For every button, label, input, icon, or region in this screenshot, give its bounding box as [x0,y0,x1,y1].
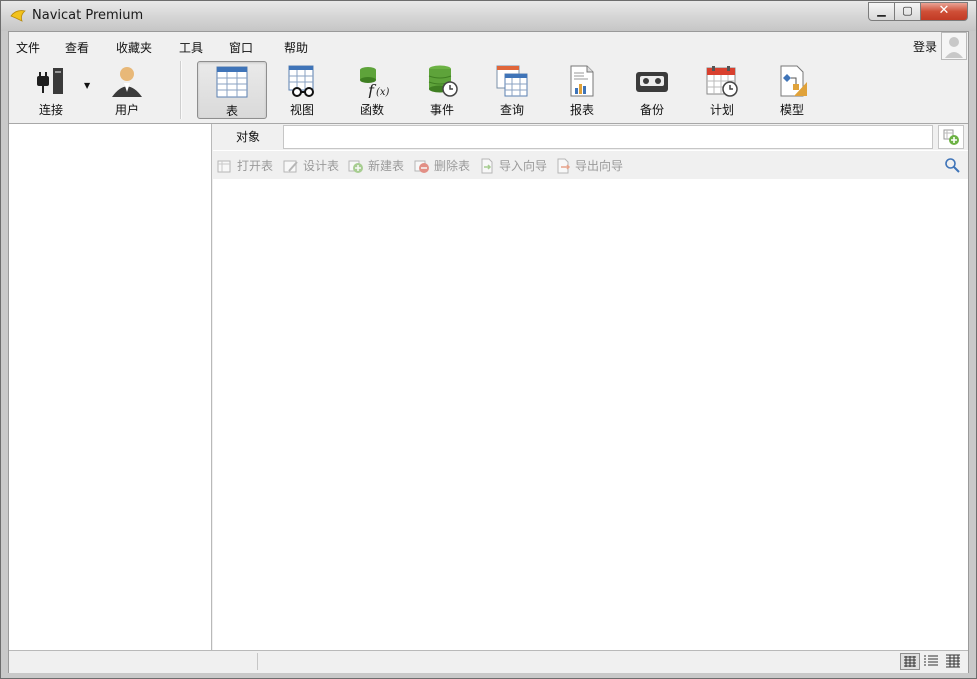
menu-bar: 文件 查看 收藏夹 工具 窗口 帮助 登录 [9,32,968,60]
tab-event[interactable]: 事件 [407,61,477,119]
import-wizard-button[interactable]: 导入向导 [479,157,547,174]
delete-table-label: 删除表 [434,159,471,173]
tab-objects[interactable]: 对象 [213,124,283,150]
user-button[interactable]: 用户 [92,61,162,119]
icon-view-icon [904,656,916,667]
backup-icon [636,72,668,92]
connect-label: 连接 [38,103,63,117]
new-table-button[interactable]: 新建表 [348,157,404,174]
view-label: 视图 [289,103,314,117]
user-icon [112,67,142,97]
table-icon [216,66,248,98]
table-label: 表 [225,104,238,118]
user-label: 用户 [114,103,139,117]
tab-backup[interactable]: 备份 [617,61,687,119]
export-wizard-button[interactable]: 导出向导 [555,157,623,174]
user-avatar-icon[interactable] [941,32,967,60]
toolbar-separator [180,61,182,119]
connection-tree[interactable] [9,124,212,651]
content-area: 对象 打开表 设计表 新建表 删除表 导入向导 导出向导 [9,123,968,651]
login-link[interactable]: 登录 [913,38,937,55]
delete-table-button[interactable]: 删除表 [414,157,470,174]
event-label: 事件 [429,103,454,117]
status-cell [9,653,258,670]
tab-view[interactable]: 视图 [267,61,337,119]
close-button[interactable]: ✕ [921,2,968,21]
tab-report[interactable]: 报表 [547,61,617,119]
design-table-icon [283,160,298,172]
plug-icon [37,68,63,94]
main-toolbar: 连接 ▼ 用户 表 视图 f (x) 函数 事件 查询 报表 备份 计划 模型 [9,59,968,123]
open-table-icon [217,160,231,172]
new-table-label: 新建表 [368,159,405,173]
schedule-label: 计划 [709,103,734,117]
backup-label: 备份 [639,103,664,117]
search-icon[interactable] [944,157,960,173]
import-wizard-icon [481,158,493,173]
list-view-icon [924,655,938,666]
delete-table-icon [414,160,429,173]
function-icon: f (x) [360,67,390,98]
maximize-icon: ▢ [902,4,913,17]
connect-dropdown-icon[interactable]: ▼ [84,81,90,90]
minimize-icon: ▁ [877,4,886,17]
main-client: 文件 查看 收藏夹 工具 窗口 帮助 登录 连接 ▼ 用户 表 视图 f (x)… [8,31,969,673]
icon-view-button[interactable] [900,653,920,670]
new-table-icon [348,160,363,173]
tab-schedule[interactable]: 计划 [687,61,757,119]
menu-favorites[interactable]: 收藏夹 [116,39,152,56]
tab-model[interactable]: 模型 [757,61,827,119]
list-view-button[interactable] [922,653,942,670]
status-bar [9,650,968,673]
view-mode-switcher [900,653,964,670]
connect-button[interactable]: 连接 [16,61,86,119]
menu-window[interactable]: 窗口 [229,39,253,56]
schedule-icon [706,66,738,97]
object-filter-field[interactable] [283,125,933,149]
export-wizard-icon [557,158,571,173]
maximize-button[interactable]: ▢ [895,2,921,21]
design-table-button[interactable]: 设计表 [283,157,339,174]
menu-tools[interactable]: 工具 [179,39,203,56]
add-tab-button[interactable] [938,125,964,149]
model-icon [780,65,807,97]
menu-file[interactable]: 文件 [16,39,40,56]
tab-function[interactable]: f (x) 函数 [337,61,407,119]
minimize-button[interactable]: ▁ [868,2,895,21]
view-icon [288,65,314,97]
export-wizard-label: 导出向导 [575,159,624,173]
app-window: Navicat Premium ▁ ▢ ✕ 文件 查看 收藏夹 工具 窗口 帮助… [0,0,977,679]
detail-view-button[interactable] [944,653,964,670]
menu-view[interactable]: 查看 [65,39,89,56]
close-icon: ✕ [938,3,950,18]
tab-table[interactable]: 表 [197,61,267,119]
object-actions-bar: 打开表 设计表 新建表 删除表 导入向导 导出向导 [213,151,968,179]
object-header: 对象 [213,124,968,150]
query-label: 查询 [499,103,524,117]
window-title: Navicat Premium [32,8,144,23]
detail-view-icon [946,654,960,668]
menu-help[interactable]: 帮助 [284,39,308,56]
open-table-label: 打开表 [237,159,274,173]
design-table-label: 设计表 [303,159,340,173]
report-icon [570,65,594,97]
report-label: 报表 [569,103,594,117]
function-label: 函数 [359,103,384,117]
title-bar[interactable]: Navicat Premium ▁ ▢ ✕ [1,1,976,31]
object-panel: 对象 打开表 设计表 新建表 删除表 导入向导 导出向导 [213,124,968,651]
add-tab-icon [943,129,959,145]
query-icon [496,65,528,97]
model-label: 模型 [779,103,804,117]
svg-text:(x): (x) [376,87,390,98]
tab-query[interactable]: 查询 [477,61,547,119]
import-wizard-label: 导入向导 [499,159,548,173]
navicat-logo-icon [10,10,26,22]
open-table-button[interactable]: 打开表 [217,157,273,174]
event-icon [428,65,458,97]
